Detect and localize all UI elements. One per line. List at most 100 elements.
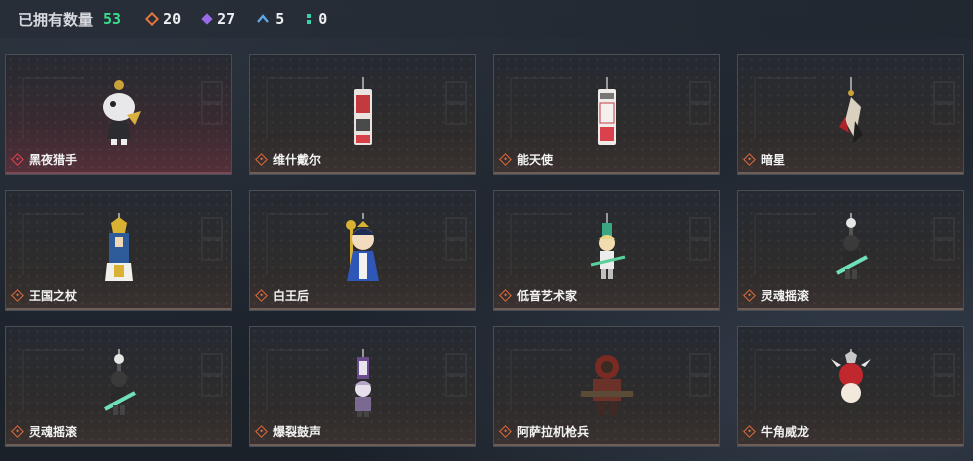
- stat-green-count: 0: [318, 10, 328, 28]
- item-card[interactable]: 灵魂摇滚: [5, 326, 232, 447]
- item-name: 暗星: [761, 153, 786, 167]
- card-decoration: [445, 103, 467, 125]
- rarity-diamond-icon: [11, 289, 24, 302]
- card-decoration: [754, 349, 816, 411]
- card-decoration: [689, 375, 711, 397]
- rarity-diamond-icon: [499, 153, 512, 166]
- card-decoration: [201, 81, 223, 103]
- item-card[interactable]: 低音艺术家: [493, 190, 720, 311]
- stat-purple-count: 27: [217, 10, 236, 28]
- item-name-row: 黑夜猎手: [11, 151, 78, 168]
- card-decoration: [933, 375, 955, 397]
- stat-blue: 5: [257, 10, 284, 28]
- item-card[interactable]: 王国之杖: [5, 190, 232, 311]
- card-decoration: [933, 353, 955, 375]
- item-name: 爆裂鼓声: [273, 425, 322, 439]
- rarity-diamond-icon: [255, 289, 268, 302]
- card-decoration: [445, 217, 467, 239]
- card-decoration: [754, 77, 816, 139]
- rarity-diamond-icon: [255, 425, 268, 438]
- item-name-row: 爆裂鼓声: [255, 423, 322, 440]
- rarity-diamond-icon: [11, 425, 24, 438]
- rarity-diamond-icon: [743, 289, 756, 302]
- card-decoration: [201, 103, 223, 125]
- pendant-queen-icon: [345, 213, 379, 281]
- card-decoration: [689, 217, 711, 239]
- item-card[interactable]: 维什戴尔: [249, 54, 476, 175]
- pendant-drummer-icon: [354, 349, 371, 417]
- item-name: 白王后: [273, 289, 310, 303]
- item-name-row: 低音艺术家: [499, 287, 578, 304]
- item-name-row: 牛角威龙: [743, 423, 810, 440]
- rarity-diamond-icon: [743, 425, 756, 438]
- item-name-row: 灵魂摇滚: [11, 423, 78, 440]
- card-decoration: [266, 77, 328, 139]
- item-name: 王国之杖: [29, 289, 78, 303]
- card-decoration: [266, 349, 328, 411]
- stat-orange: 20: [145, 10, 182, 28]
- item-name: 低音艺术家: [517, 289, 578, 303]
- owned-label: 已拥有数量: [18, 10, 94, 29]
- card-decoration: [22, 213, 84, 275]
- item-card[interactable]: 能天使: [493, 54, 720, 175]
- pendant-scepter-icon: [104, 213, 133, 281]
- orange-diamond-icon: [145, 11, 160, 27]
- card-decoration: [201, 239, 223, 261]
- item-card[interactable]: 暗星: [737, 54, 964, 175]
- card-decoration: [510, 77, 572, 139]
- rarity-diamond-icon: [499, 425, 512, 438]
- item-card[interactable]: 黑夜猎手: [5, 54, 232, 175]
- blue-chevron-icon: [257, 14, 270, 23]
- item-name: 黑夜猎手: [29, 153, 78, 167]
- card-decoration: [266, 213, 328, 275]
- pendant-figure-icon: [102, 80, 141, 145]
- item-card[interactable]: 白王后: [249, 190, 476, 311]
- item-name: 维什戴尔: [273, 153, 322, 167]
- pendant-tag-icon: [353, 77, 372, 145]
- item-name: 牛角威龙: [761, 425, 810, 439]
- card-decoration: [933, 103, 955, 125]
- item-name-row: 能天使: [499, 151, 554, 168]
- card-decoration: [201, 353, 223, 375]
- pendant-blade-icon: [838, 77, 863, 143]
- pendant-tag-icon: [597, 77, 616, 145]
- card-decoration: [445, 353, 467, 375]
- card-decoration: [22, 349, 84, 411]
- rarity-diamond-icon: [743, 153, 756, 166]
- item-name: 阿萨拉机枪兵: [517, 425, 590, 439]
- stat-orange-count: 20: [163, 10, 182, 28]
- pendant-grid: 黑夜猎手 维什戴尔 能天使 暗星 王国之杖 白王后 低音艺术家 灵魂摇滚 灵魂摇…: [5, 54, 964, 447]
- rarity-diamond-icon: [499, 289, 512, 302]
- item-card[interactable]: 牛角威龙: [737, 326, 964, 447]
- pendant-gunner-icon: [580, 355, 633, 415]
- card-decoration: [754, 213, 816, 275]
- stat-blue-count: 5: [275, 10, 285, 28]
- item-name: 能天使: [517, 153, 554, 167]
- card-decoration: [22, 77, 84, 139]
- card-decoration: [933, 239, 955, 261]
- rarity-diamond-icon: [11, 153, 24, 166]
- green-dots-icon: [307, 14, 312, 24]
- card-decoration: [689, 353, 711, 375]
- card-decoration: [933, 217, 955, 239]
- item-name: 灵魂摇滚: [29, 425, 78, 439]
- card-decoration: [510, 213, 572, 275]
- pendant-dragon-icon: [830, 349, 871, 415]
- item-card[interactable]: 爆裂鼓声: [249, 326, 476, 447]
- card-decoration: [933, 81, 955, 103]
- owned-count: 53: [103, 10, 122, 28]
- stat-purple: 27: [201, 10, 236, 28]
- card-decoration: [201, 217, 223, 239]
- item-card[interactable]: 灵魂摇滚: [737, 190, 964, 311]
- pendant-rocker-icon: [103, 349, 136, 415]
- pendant-rocker-icon: [835, 213, 868, 279]
- card-decoration: [445, 239, 467, 261]
- collection-header: 已拥有数量 53 20 27 5 0: [0, 0, 973, 38]
- card-decoration: [445, 81, 467, 103]
- item-name-row: 灵魂摇滚: [743, 287, 809, 304]
- stat-green: 0: [306, 10, 327, 28]
- card-decoration: [201, 375, 223, 397]
- item-card[interactable]: 阿萨拉机枪兵: [493, 326, 720, 447]
- item-name-row: 王国之杖: [11, 287, 78, 304]
- card-decoration: [689, 103, 711, 125]
